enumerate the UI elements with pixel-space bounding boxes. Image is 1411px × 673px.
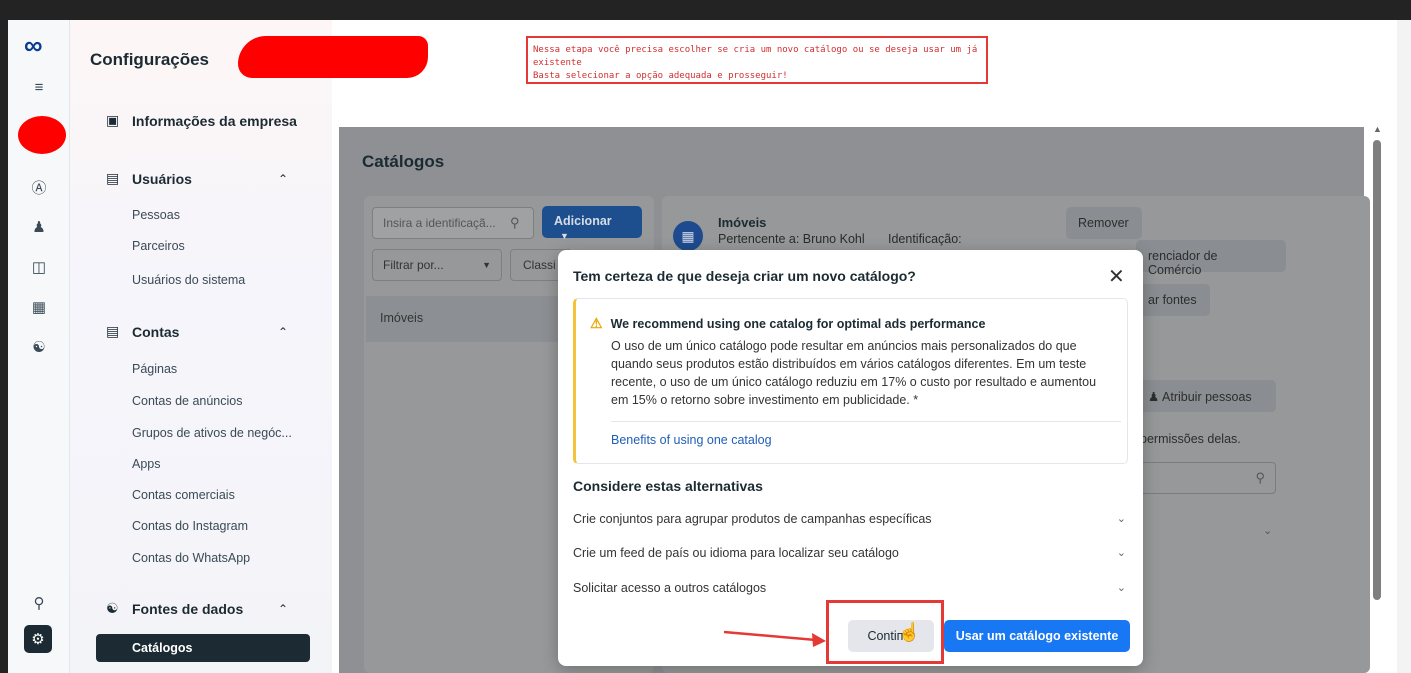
benefits-link[interactable]: Benefits of using one catalog — [611, 433, 772, 447]
sidebar-item-apps[interactable]: Apps — [132, 457, 161, 471]
grid-icon: ▦ — [673, 221, 703, 251]
redaction-scribble — [238, 36, 428, 78]
section-label: Fontes de dados — [132, 600, 244, 617]
sidebar-item-whatsapp-accounts[interactable]: Contas do WhatsApp — [132, 551, 250, 565]
sidebar-section-data-sources[interactable]: ☯ Fontes de dados — [106, 600, 243, 617]
section-label: Informações da empresa — [132, 112, 297, 129]
dialog-title: Tem certeza de que deseja criar um novo … — [573, 268, 916, 284]
chevron-down-icon[interactable]: ⌄ — [1263, 524, 1272, 537]
search-icon[interactable]: ⚲ — [30, 594, 48, 612]
chevron-down-icon: ⌄ — [1116, 547, 1126, 559]
user-add-icon: ♟ — [1148, 390, 1160, 404]
people-search-input[interactable]: ⚲ — [1140, 462, 1276, 494]
filter-select[interactable]: Filtrar por... ▼ — [372, 249, 502, 281]
store-icon[interactable]: ▦ — [30, 298, 48, 316]
right-edge — [1397, 20, 1411, 673]
icon-rail: ∞ ≡ Ⓐ ♟ ◫ ▦ ☯ ⚲ ⚙ — [8, 20, 70, 673]
data-sources-icon[interactable]: ☯ — [30, 338, 48, 356]
annotation-line: Basta selecionar a opção adequada e pros… — [533, 71, 788, 81]
hamburger-icon[interactable]: ≡ — [30, 78, 48, 96]
search-icon: ⚲ — [1255, 470, 1265, 485]
top-bar — [0, 0, 1411, 20]
chevron-up-icon[interactable]: ⌃ — [278, 602, 288, 616]
catalogs-title: Catálogos — [362, 152, 445, 171]
sidebar-item-asset-groups[interactable]: Grupos de ativos de negóc... — [132, 426, 292, 440]
warning-icon: ⚠ — [590, 315, 603, 331]
gear-icon[interactable]: ⚙ — [24, 625, 52, 653]
catalog-owner: Pertencente a: Bruno Kohl — [718, 232, 865, 246]
chevron-down-icon: ▼ — [560, 231, 569, 241]
folder-icon: ▤ — [106, 323, 120, 339]
filter-label: Filtrar por... — [383, 258, 444, 272]
settings-sidebar: Configurações ▣ Informações da empresa ▤… — [70, 20, 428, 673]
ads-icon[interactable]: Ⓐ — [30, 178, 48, 197]
permissions-text: permissões delas. — [1140, 432, 1241, 446]
notice-title: ⚠ We recommend using one catalog for opt… — [590, 315, 985, 332]
close-icon[interactable]: ✕ — [1108, 264, 1125, 289]
pointer-arrow-icon — [723, 630, 826, 647]
use-existing-catalog-button[interactable]: Usar um catálogo existente — [944, 620, 1130, 652]
section-label: Contas — [132, 323, 180, 340]
alternative-label: Crie um feed de país ou idioma para loca… — [573, 546, 899, 560]
hand-cursor-icon: ☝ — [898, 622, 921, 642]
sidebar-item-system-users[interactable]: Usuários do sistema — [132, 273, 245, 287]
search-icon: ⚲ — [510, 215, 520, 230]
remove-button[interactable]: Remover — [1066, 207, 1142, 239]
page-title: Configurações — [90, 50, 210, 69]
sidebar-item-instagram-accounts[interactable]: Contas do Instagram — [132, 519, 248, 533]
briefcase-icon: ▣ — [106, 112, 120, 128]
chevron-up-icon[interactable]: ⌃ — [278, 325, 288, 339]
notice-title-text: We recommend using one catalog for optim… — [610, 316, 986, 331]
sidebar-item-catalogs[interactable]: Catálogos — [96, 634, 310, 662]
sidebar-section-users[interactable]: ▤ Usuários — [106, 170, 192, 187]
alternative-item[interactable]: Crie conjuntos para agrupar produtos de … — [573, 512, 1128, 526]
add-catalog-button[interactable]: Adicionar ▼ — [542, 206, 642, 241]
sidebar-item-people[interactable]: Pessoas — [132, 208, 180, 222]
alternative-label: Solicitar acesso a outros catálogos — [573, 581, 767, 595]
notice-body: O uso de um único catálogo pode resultar… — [611, 339, 1097, 407]
commerce-manager-button[interactable]: renciador de Comércio — [1136, 240, 1286, 277]
assign-label: Atribuir pessoas — [1162, 390, 1252, 404]
chevron-down-icon: ⌄ — [1116, 513, 1126, 525]
user-badge-icon: ▤ — [106, 170, 120, 186]
sidebar-item-ad-accounts[interactable]: Contas de anúncios — [132, 394, 243, 408]
alternatives-title: Considere estas alternativas — [573, 478, 763, 494]
annotation-line: Nessa etapa você precisa escolher se cri… — [533, 45, 978, 68]
chevron-down-icon: ▼ — [482, 260, 491, 270]
chevron-up-icon[interactable]: ⌃ — [278, 172, 288, 186]
meta-logo-icon[interactable]: ∞ — [24, 30, 43, 61]
people-icon[interactable]: ♟ — [30, 218, 48, 236]
catalog-name: Imóveis — [718, 215, 767, 230]
chevron-down-icon: ⌄ — [1116, 582, 1126, 594]
alternative-item[interactable]: Crie um feed de país ou idioma para loca… — [573, 546, 1128, 560]
scroll-up-icon[interactable]: ▲ — [1373, 124, 1382, 134]
redaction-blob — [18, 116, 66, 154]
continue-highlight — [826, 600, 944, 664]
sidebar-section-business-info[interactable]: ▣ Informações da empresa — [106, 112, 297, 129]
catalog-list-item[interactable]: Imóveis — [366, 296, 566, 342]
sidebar-item-partners[interactable]: Parceiros — [132, 239, 185, 253]
divider — [611, 421, 1121, 422]
tutorial-annotation: Nessa etapa você precisa escolher se cri… — [526, 36, 988, 84]
scrollbar[interactable] — [1373, 140, 1381, 600]
assign-people-button[interactable]: ♟ Atribuir pessoas — [1136, 380, 1276, 412]
section-label: Usuários — [132, 170, 192, 187]
catalog-identification: Identificação: — [888, 232, 962, 246]
alternative-item[interactable]: Solicitar acesso a outros catálogos ⌄ — [573, 581, 1128, 595]
data-sources-button[interactable]: ar fontes — [1136, 284, 1210, 316]
sidebar-item-pages[interactable]: Páginas — [132, 362, 177, 376]
data-sources-icon: ☯ — [106, 600, 119, 616]
add-button-label: Adicionar — [554, 214, 612, 228]
left-edge — [0, 20, 8, 673]
sidebar-item-commerce-accounts[interactable]: Contas comerciais — [132, 488, 235, 502]
recommendation-notice: ⚠ We recommend using one catalog for opt… — [573, 298, 1128, 464]
sidebar-section-accounts[interactable]: ▤ Contas — [106, 323, 179, 340]
alternative-label: Crie conjuntos para agrupar produtos de … — [573, 512, 932, 526]
catalog-icon[interactable]: ◫ — [30, 258, 48, 276]
